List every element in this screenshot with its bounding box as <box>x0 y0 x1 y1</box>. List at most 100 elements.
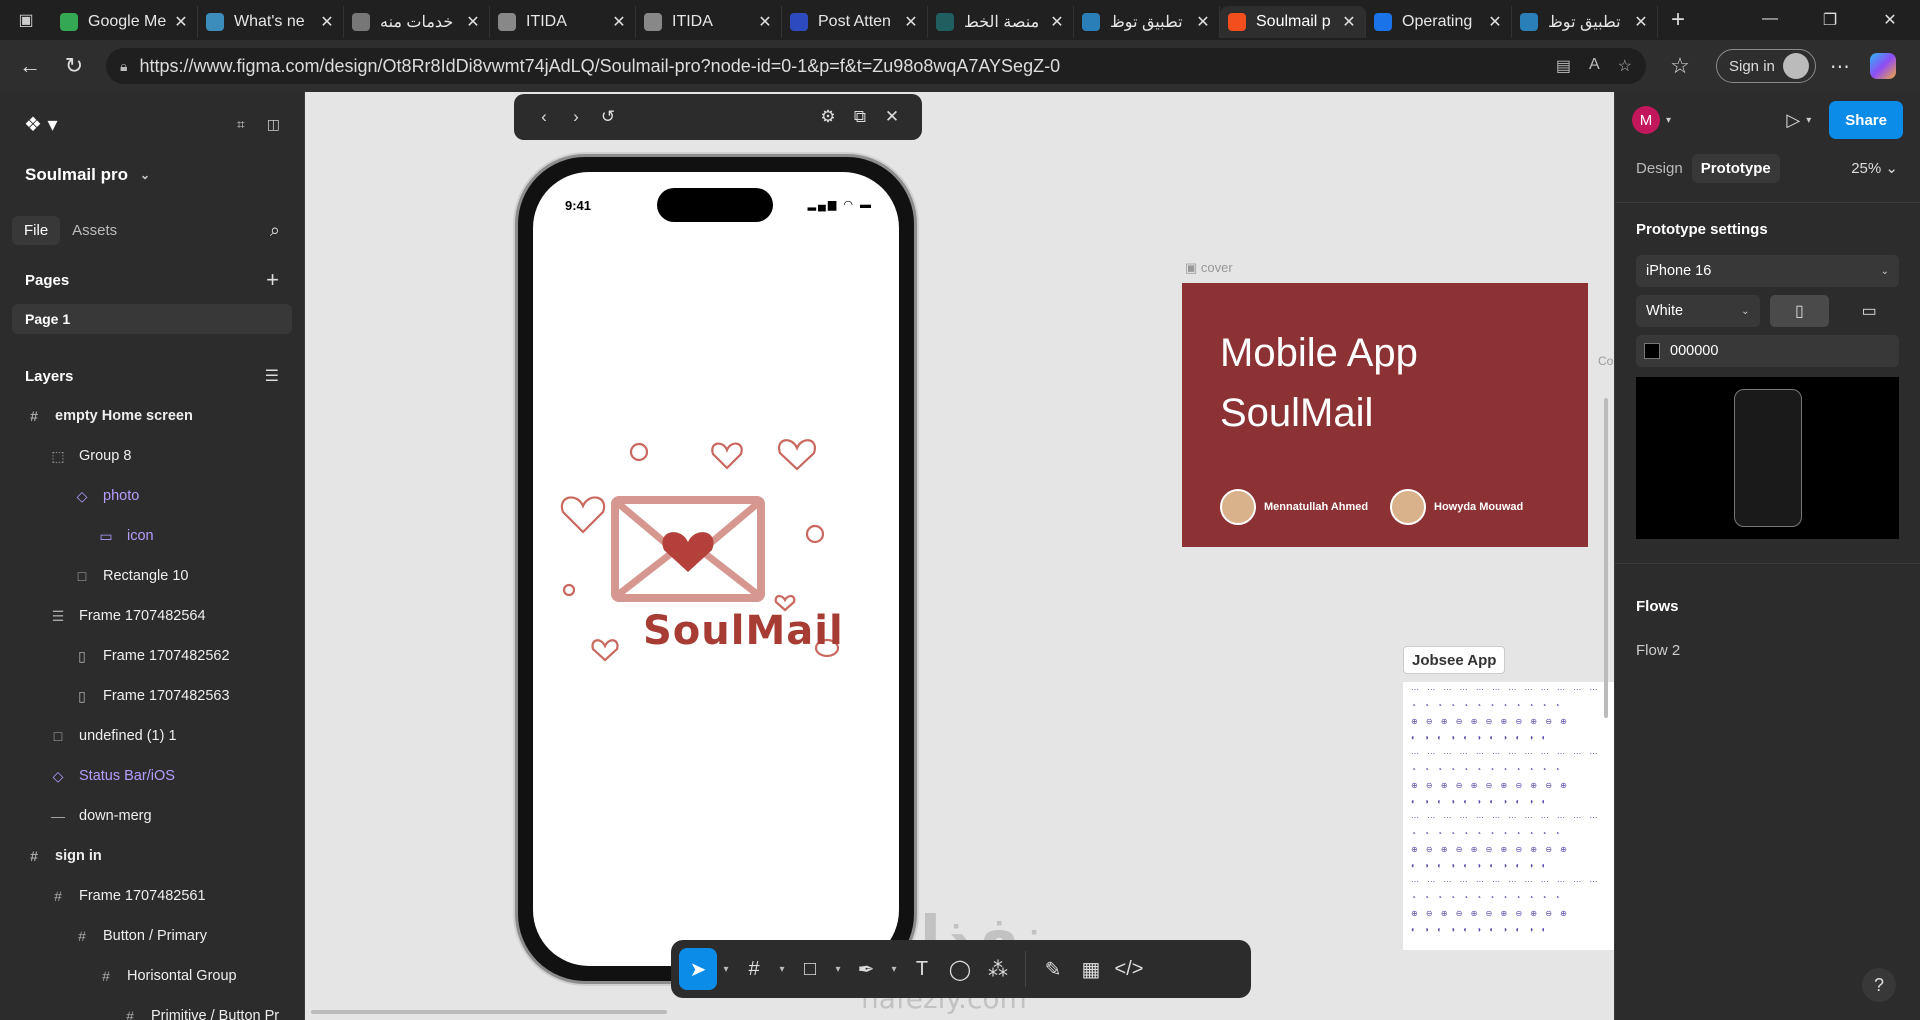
close-tab-icon[interactable]: ✕ <box>319 12 335 32</box>
copilot-icon[interactable] <box>1869 53 1896 79</box>
layer-item[interactable]: ☰ Frame 1707482564 <box>0 596 304 636</box>
chevron-down-icon[interactable]: ▾ <box>829 964 847 975</box>
reload-button[interactable]: ↻ <box>52 53 96 79</box>
favorites-icon[interactable]: ☆ <box>1658 53 1702 79</box>
frame-tool-icon[interactable]: # <box>735 948 773 990</box>
minimize-icon[interactable]: — <box>1740 10 1800 30</box>
layer-item[interactable]: # Horisontal Group <box>0 956 304 996</box>
page-item[interactable]: Page 1 <box>12 304 292 334</box>
ai-icon[interactable]: ⌗ <box>237 116 245 133</box>
portrait-orientation-icon[interactable]: ▯ <box>1769 295 1830 327</box>
layer-item[interactable]: ▯ Frame 1707482563 <box>0 676 304 716</box>
clipboard-icon[interactable]: ▤ <box>1556 56 1571 76</box>
close-tab-icon[interactable]: ✕ <box>1195 12 1211 32</box>
chevron-down-icon[interactable]: ▾ <box>1666 115 1671 126</box>
tab-assets[interactable]: Assets <box>60 216 129 245</box>
zoom-level[interactable]: 25% ⌄ <box>1851 159 1898 177</box>
close-tab-icon[interactable]: ✕ <box>1487 12 1503 32</box>
close-tab-icon[interactable]: ✕ <box>1633 12 1649 32</box>
cover-frame-label[interactable]: ▣ cover <box>1185 260 1233 276</box>
layer-item[interactable]: ⬚ Group 8 <box>0 436 304 476</box>
open-external-icon[interactable]: ⧉ <box>844 107 876 127</box>
browser-tab[interactable]: ITIDA ✕ <box>490 6 636 38</box>
browser-tab[interactable]: تطبيق توظ ✕ <box>1512 6 1658 38</box>
move-tool-icon[interactable]: ➤ <box>679 948 717 990</box>
layer-item[interactable]: □ Rectangle 10 <box>0 556 304 596</box>
layer-item[interactable]: # Frame 1707482561 <box>0 876 304 916</box>
close-tab-icon[interactable]: ✕ <box>757 12 773 32</box>
browser-tab[interactable]: Soulmail p ✕ <box>1220 6 1366 38</box>
browser-tab[interactable]: خدمات منه ✕ <box>344 6 490 38</box>
layer-item[interactable]: ◇ Status Bar/iOS <box>0 756 304 796</box>
help-icon[interactable]: ? <box>1862 968 1896 1002</box>
horizontal-scrollbar[interactable] <box>311 1010 667 1014</box>
tab-file[interactable]: File <box>12 215 61 245</box>
browser-tab[interactable]: تطبيق توظ ✕ <box>1074 6 1220 38</box>
browser-tab[interactable]: ITIDA ✕ <box>636 6 782 38</box>
vertical-scrollbar[interactable] <box>1604 398 1608 718</box>
rectangle-tool-icon[interactable]: □ <box>791 948 829 990</box>
collapse-layers-icon[interactable]: ☰ <box>265 366 279 386</box>
close-tab-icon[interactable]: ✕ <box>903 12 919 32</box>
canvas[interactable]: ‹ › ↺ ⚙ ⧉ ✕ 9:41 ▂▄▆ ◠ ▬ SoulMail ▣ cove… <box>305 92 1614 1020</box>
chevron-down-icon[interactable]: ▾ <box>885 964 903 975</box>
layer-item[interactable]: — down-merg <box>0 796 304 836</box>
close-window-icon[interactable]: ✕ <box>1860 10 1920 30</box>
restart-icon[interactable]: ↺ <box>592 107 624 127</box>
text-tool-icon[interactable]: T <box>903 948 941 990</box>
chevron-down-icon[interactable]: ▾ <box>773 964 791 975</box>
icon-sheet-frame[interactable]: ⋯ ⋯ ⋯ ⋯ ⋯ ⋯ ⋯ ⋯ ⋯ ⋯ ⋯ ⋯ ◔ ◔ ◔ ◔ ◔ ◔ ◔ ◔ ◔… <box>1403 682 1614 950</box>
url-field[interactable]: 🔒︎ https://www.figma.com/design/Ot8Rr8Id… <box>106 48 1646 84</box>
close-tab-icon[interactable]: ✕ <box>611 12 627 32</box>
project-title[interactable]: Soulmail pro ⌄ <box>0 156 304 194</box>
layer-item[interactable]: ◇ photo <box>0 476 304 516</box>
search-icon[interactable]: ⌕ <box>270 220 280 241</box>
close-tab-icon[interactable]: ✕ <box>1049 12 1065 32</box>
chevron-down-icon[interactable]: ▾ <box>1806 115 1811 126</box>
landscape-orientation-icon[interactable]: ▭ <box>1839 295 1899 327</box>
phone-screen[interactable]: 9:41 ▂▄▆ ◠ ▬ SoulMail <box>533 172 899 966</box>
next-frame-icon[interactable]: › <box>560 107 592 127</box>
browser-tab[interactable]: Google Me ✕ <box>52 6 198 38</box>
sign-in-button[interactable]: Sign in <box>1716 49 1816 83</box>
read-aloud-icon[interactable]: A <box>1589 56 1600 76</box>
design-mode-icon[interactable]: ▦ <box>1072 948 1110 990</box>
add-page-icon[interactable]: + <box>266 267 279 293</box>
close-icon[interactable]: ✕ <box>876 107 908 127</box>
browser-tab[interactable]: Post Atten ✕ <box>782 6 928 38</box>
prev-frame-icon[interactable]: ‹ <box>528 107 560 127</box>
draw-mode-icon[interactable]: ✎ <box>1034 948 1072 990</box>
chevron-down-icon[interactable]: ▾ <box>717 964 735 975</box>
close-tab-icon[interactable]: ✕ <box>173 12 189 32</box>
browser-tab[interactable]: Operating ✕ <box>1366 6 1512 38</box>
more-menu-icon[interactable]: ⋯ <box>1830 54 1850 79</box>
lock-icon[interactable]: 🔒︎ <box>120 58 127 75</box>
layer-item[interactable]: # empty Home screen <box>0 396 304 436</box>
share-button[interactable]: Share <box>1829 101 1903 139</box>
user-avatar[interactable]: M <box>1632 106 1660 134</box>
pen-tool-icon[interactable]: ✒ <box>847 948 885 990</box>
close-tab-icon[interactable]: ✕ <box>465 12 481 32</box>
layer-item[interactable]: # sign in <box>0 836 304 876</box>
close-tab-icon[interactable]: ✕ <box>1341 12 1357 32</box>
layer-item[interactable]: □ undefined (1) 1 <box>0 716 304 756</box>
layer-item[interactable]: ▭ icon <box>0 516 304 556</box>
restore-icon[interactable]: ❐ <box>1800 10 1860 30</box>
jobsee-frame-label[interactable]: Jobsee App <box>1403 646 1506 674</box>
toggle-sidebar-icon[interactable]: ◫ <box>267 116 280 133</box>
browser-tab[interactable]: منصة الخط ✕ <box>928 6 1074 38</box>
device-color-select[interactable]: White ⌄ <box>1636 295 1760 327</box>
background-color-field[interactable]: 000000 <box>1636 335 1899 367</box>
device-select[interactable]: iPhone 16 ⌄ <box>1636 255 1899 287</box>
flow-item[interactable]: Flow 2 <box>1615 628 1920 672</box>
actions-tool-icon[interactable]: ⁂ <box>979 948 1017 990</box>
tab-design[interactable]: Design <box>1627 154 1692 183</box>
tab-actions-icon[interactable]: ▣ <box>0 0 52 40</box>
settings-sliders-icon[interactable]: ⚙ <box>812 107 844 127</box>
comment-tool-icon[interactable]: ◯ <box>941 948 979 990</box>
figma-menu-icon[interactable]: ❖ ▾ <box>24 112 58 137</box>
tab-prototype[interactable]: Prototype <box>1691 153 1780 183</box>
dev-mode-icon[interactable]: </> <box>1110 948 1148 990</box>
favorite-star-icon[interactable]: ☆ <box>1618 56 1632 76</box>
browser-tab[interactable]: What's ne ✕ <box>198 6 344 38</box>
